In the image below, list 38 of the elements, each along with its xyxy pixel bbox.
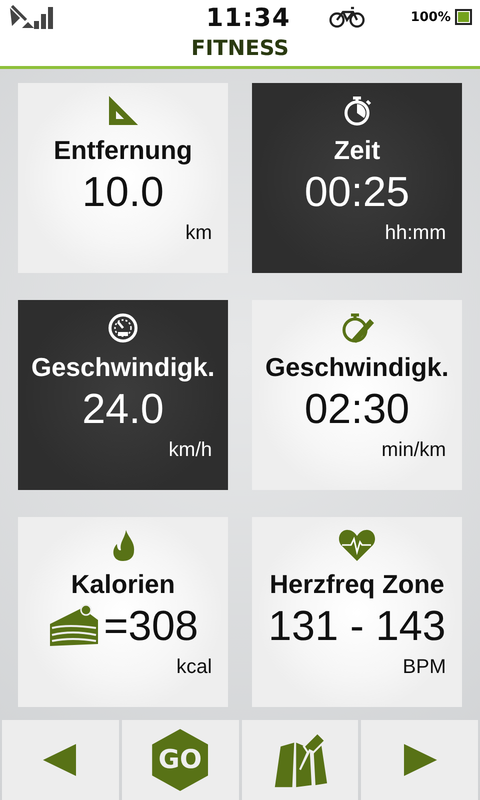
- field-value: 24.0: [82, 384, 164, 434]
- field-value: 00:25: [304, 167, 410, 217]
- field-value: 131 - 143: [268, 601, 446, 651]
- field-label: Geschwindigk.: [31, 352, 215, 383]
- field-label: Herzfreq Zone: [270, 569, 444, 600]
- field-label: Zeit: [334, 135, 380, 166]
- field-unit: km: [185, 222, 212, 245]
- data-field-tile[interactable]: Zeit 00:25 hh:mm: [252, 83, 462, 273]
- forward-button[interactable]: [361, 720, 478, 800]
- heart-icon: [338, 527, 376, 563]
- field-unit: km/h: [168, 439, 212, 462]
- battery-percent: 100%: [410, 10, 451, 24]
- data-field-tile[interactable]: Kalorien =308 kcal: [18, 517, 228, 707]
- field-unit: BPM: [402, 656, 446, 679]
- right-arrow-icon: [402, 744, 437, 776]
- data-field-tile[interactable]: Herzfreq Zone 131 - 143 BPM: [252, 517, 462, 707]
- battery-icon: [454, 9, 472, 25]
- data-field-tile[interactable]: Geschwindigk. 24.0 km/h: [18, 300, 228, 490]
- satellite-signal-icon: [8, 4, 56, 30]
- field-value: 10.0: [82, 167, 164, 217]
- field-label: Entfernung: [54, 135, 192, 166]
- go-button[interactable]: GO: [122, 720, 238, 800]
- map-button[interactable]: [242, 720, 358, 800]
- bicycle-icon: [328, 6, 365, 28]
- screen-title: FITNESS: [0, 34, 480, 69]
- back-button[interactable]: [2, 720, 119, 800]
- field-unit: kcal: [176, 656, 212, 679]
- field-unit: hh:mm: [384, 222, 446, 245]
- field-label: Geschwindigk.: [265, 352, 449, 383]
- field-value: =308: [104, 601, 198, 651]
- left-arrow-icon: [43, 744, 78, 776]
- data-field-tile[interactable]: Geschwindigk. 02:30 min/km: [252, 300, 462, 490]
- clock-time: 11:34: [206, 2, 291, 32]
- cake-icon: [48, 604, 100, 648]
- data-field-tile[interactable]: Entfernung 10.0 km: [18, 83, 228, 273]
- field-label: Kalorien: [70, 569, 176, 600]
- field-unit: min/km: [382, 439, 446, 462]
- field-value: 02:30: [304, 384, 410, 434]
